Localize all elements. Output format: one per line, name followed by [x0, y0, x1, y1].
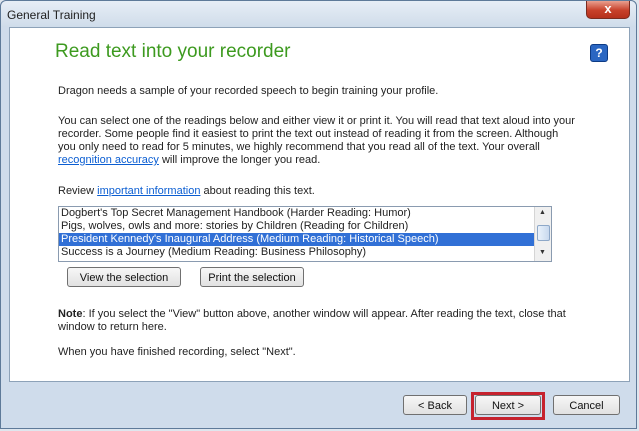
print-selection-button[interactable]: Print the selection — [200, 267, 304, 287]
dialog-window: General Training x Read text into your r… — [0, 0, 637, 429]
note-text: Note: If you select the "View" button ab… — [58, 308, 566, 333]
back-button[interactable]: < Back — [403, 395, 467, 415]
list-item[interactable]: Success is a Journey (Medium Reading: Bu… — [59, 246, 551, 259]
scroll-thumb[interactable] — [537, 225, 550, 241]
cancel-button[interactable]: Cancel — [553, 395, 620, 415]
intro-text: Dragon needs a sample of your recorded s… — [58, 85, 439, 97]
content-panel: Read text into your recorder ? Dragon ne… — [9, 27, 630, 382]
help-icon[interactable]: ? — [590, 44, 608, 62]
readings-list[interactable]: Dogbert's Top Secret Management Handbook… — [58, 206, 552, 262]
recognition-accuracy-link[interactable]: recognition accuracy — [58, 154, 159, 166]
list-item-selected[interactable]: President Kennedy's Inaugural Address (M… — [59, 233, 551, 246]
scroll-up-icon[interactable]: ▲ — [539, 209, 546, 216]
view-selection-button[interactable]: View the selection — [67, 267, 181, 287]
page-title: Read text into your recorder — [55, 41, 291, 62]
important-information-link[interactable]: important information — [97, 185, 200, 197]
finish-text: When you have finished recording, select… — [58, 346, 296, 358]
window-title: General Training — [7, 8, 96, 22]
review-text: Review important information about readi… — [58, 185, 315, 197]
next-highlight-box — [471, 392, 545, 420]
scroll-down-icon[interactable]: ▼ — [539, 249, 546, 256]
list-item[interactable]: Dogbert's Top Secret Management Handbook… — [59, 207, 551, 220]
title-bar[interactable]: General Training x — [1, 1, 636, 27]
close-button[interactable]: x — [586, 1, 630, 19]
instructions-text: You can select one of the readings below… — [58, 115, 575, 166]
list-scrollbar[interactable]: ▲ ▼ — [534, 207, 551, 261]
list-item[interactable]: Pigs, wolves, owls and more: stories by … — [59, 220, 551, 233]
